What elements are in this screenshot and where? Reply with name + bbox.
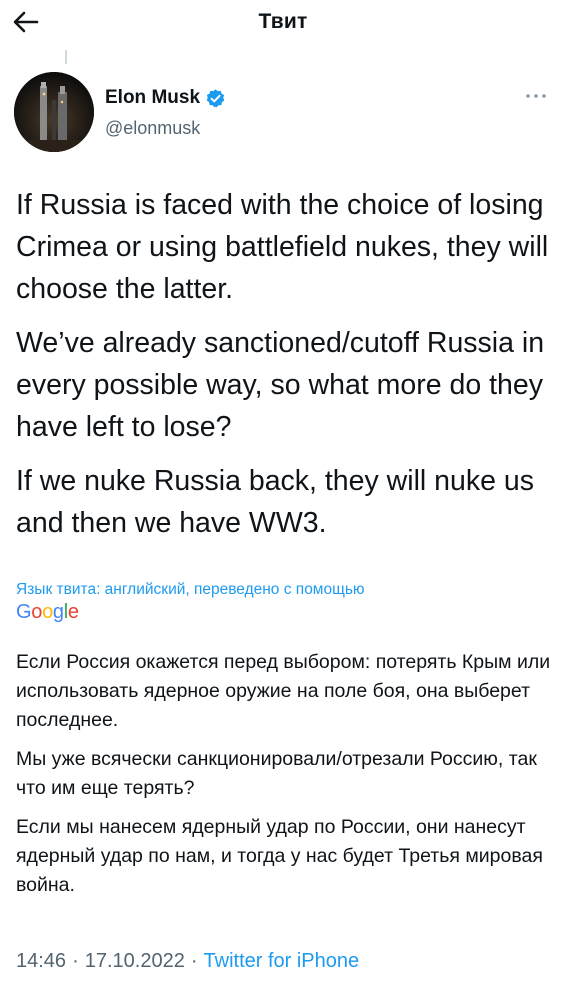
google-letter: o: [42, 601, 53, 623]
author-handle[interactable]: @elonmusk: [105, 118, 200, 139]
page-title: Твит: [258, 10, 308, 33]
google-logo: Google: [16, 601, 79, 624]
google-letter: G: [16, 601, 32, 623]
translated-paragraph: Если Россия окажется перед выбором: поте…: [16, 651, 551, 731]
tweet-text: If Russia is faced with the choice of lo…: [16, 184, 556, 556]
meta-separator: ·: [72, 950, 79, 972]
verified-badge-icon: [206, 88, 225, 107]
tweet-paragraph: If Russia is faced with the choice of lo…: [16, 189, 549, 305]
author-name[interactable]: Elon Musk: [105, 87, 226, 109]
tweet-paragraph: If we nuke Russia back, they will nuke u…: [16, 465, 534, 539]
google-letter: e: [67, 601, 79, 623]
translated-paragraph: Мы уже всячески санкционировали/отрезали…: [16, 748, 537, 799]
translation-attribution[interactable]: Язык твита: английский, переведено с пом…: [16, 581, 365, 599]
meta-separator: ·: [190, 950, 198, 972]
author-name-text: Elon Musk: [105, 87, 201, 108]
more-options-button[interactable]: [522, 86, 550, 106]
google-letter: g: [52, 601, 64, 623]
more-horizontal-icon: [526, 94, 546, 98]
tweet-date[interactable]: 17.10.2022: [85, 950, 185, 972]
tweet-meta: 14:46 · 17.10.2022 · Twitter for iPhone: [16, 950, 359, 973]
translated-text: Если Россия окажется перед выбором: поте…: [16, 648, 556, 910]
avatar-image: [14, 72, 94, 152]
tweet-time[interactable]: 14:46: [16, 950, 66, 972]
header-bar: Твит: [0, 0, 566, 44]
tweet-paragraph: We’ve already sanctioned/cutoff Russia i…: [16, 327, 545, 443]
translated-paragraph: Если мы нанесем ядерный удар по России, …: [16, 816, 543, 896]
google-letter: o: [31, 601, 43, 623]
avatar[interactable]: [14, 72, 94, 152]
tweet-source-link[interactable]: Twitter for iPhone: [204, 950, 360, 972]
thread-connector-line: [65, 50, 67, 64]
